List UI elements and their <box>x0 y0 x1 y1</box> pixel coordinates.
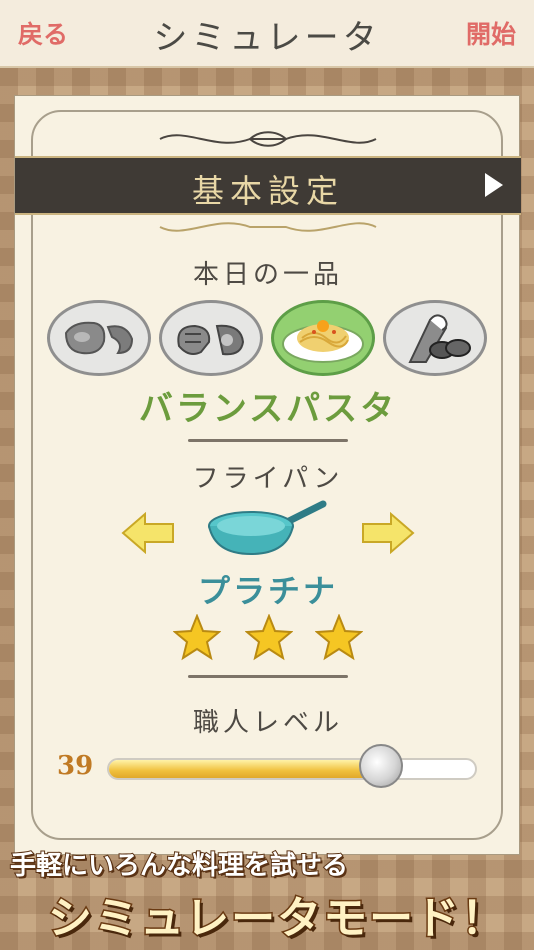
level-slider-thumb[interactable] <box>358 744 403 788</box>
meat-icon <box>64 321 134 355</box>
expand-arrow-icon[interactable] <box>485 173 503 197</box>
star-icon <box>315 614 363 661</box>
level-slider[interactable] <box>107 758 477 780</box>
dish-option-meat[interactable] <box>47 300 151 376</box>
top-navigation-bar: 戻る シミュレータ 開始 <box>0 0 534 68</box>
pan-heading: フライパン <box>192 464 344 494</box>
frying-pan-icon <box>208 500 327 556</box>
pasta-icon <box>282 320 364 363</box>
level-heading: 職人レベル <box>192 708 343 738</box>
star-icon <box>173 614 221 661</box>
basic-settings-bar[interactable]: 基本設定 <box>15 156 521 215</box>
dessert-icon <box>408 314 471 363</box>
prev-pan-arrow-icon[interactable] <box>121 512 175 554</box>
star-icon <box>245 614 293 661</box>
dish-option-dessert[interactable] <box>383 300 487 376</box>
selected-dish-name: バランスパスタ <box>138 389 398 429</box>
top-ornament-icon <box>159 131 377 147</box>
divider <box>188 439 348 442</box>
settings-panel: 基本設定 本日の一品 バランスパスタ フライパン プラチナ 職人レベル 39 <box>14 95 521 855</box>
pan-name: プラチナ <box>197 572 338 610</box>
page-title: シミュレータ <box>153 18 381 58</box>
promo-line-1: 手軽にいろんな料理を試せる <box>9 850 349 882</box>
start-button[interactable]: 開始 <box>466 15 516 51</box>
dish-option-pasta[interactable] <box>271 300 375 376</box>
dish-option-fish[interactable] <box>159 300 263 376</box>
section-title: 基本設定 <box>191 172 344 210</box>
next-pan-arrow-icon[interactable] <box>361 512 415 554</box>
fish-icon <box>177 324 245 356</box>
dish-heading: 本日の一品 <box>192 260 343 290</box>
promo-line-2: シミュレータモード！ <box>46 892 508 946</box>
divider <box>188 675 348 678</box>
level-value: 39 <box>57 751 94 781</box>
bottom-ornament-icon <box>159 222 377 232</box>
level-slider-fill <box>109 760 380 778</box>
